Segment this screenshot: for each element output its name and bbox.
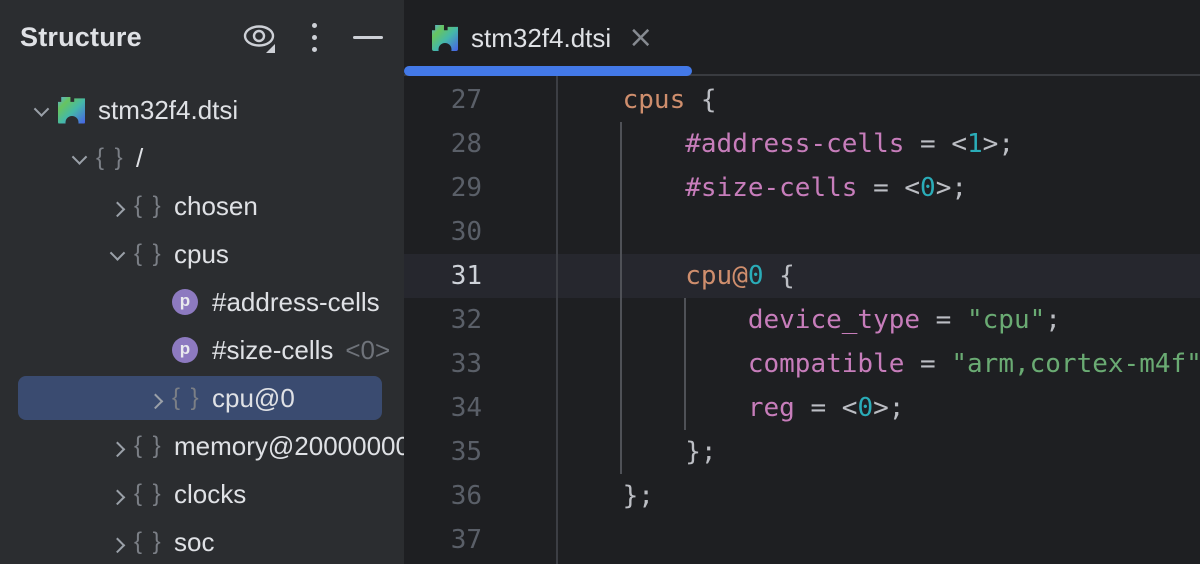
tree-item--[interactable]: { } / xyxy=(0,134,404,182)
tree-item-value: <0> xyxy=(345,335,390,366)
minimize-icon xyxy=(353,36,383,39)
line-number[interactable]: 30 xyxy=(404,210,556,254)
kebab-menu-icon xyxy=(312,23,317,52)
tab-close-icon[interactable]: × xyxy=(628,23,653,53)
code-line[interactable]: cpu@0 { xyxy=(560,254,1200,298)
line-number[interactable]: 37 xyxy=(404,518,556,562)
code-line[interactable]: reg = <0>; xyxy=(560,386,1200,430)
editor-tab-bar: stm32f4.dtsi × xyxy=(404,0,1200,76)
code-line[interactable]: compatible = "arm,cortex-m4f" xyxy=(560,342,1200,386)
ide-window: Structure stm32f4.dtsi { } / { } chosen { } cp… xyxy=(0,0,1200,564)
tree-item-clocks[interactable]: { } clocks xyxy=(0,470,404,518)
code-line[interactable]: }; xyxy=(560,430,1200,474)
line-number[interactable]: 31 xyxy=(404,254,556,298)
chevron-right-icon[interactable] xyxy=(100,201,134,212)
hide-panel-button[interactable] xyxy=(348,17,388,57)
tree-item-memory-20000000[interactable]: { } memory@20000000 xyxy=(0,422,404,470)
tree-item-label: chosen xyxy=(174,191,258,222)
braces-icon: { } xyxy=(172,384,201,412)
tree-item-label: clocks xyxy=(174,479,246,510)
editor-panel: stm32f4.dtsi × 2728293031323334353637 cp… xyxy=(404,0,1200,564)
chevron-right-icon[interactable] xyxy=(138,393,172,404)
chevron-right-icon[interactable] xyxy=(100,441,134,452)
line-number[interactable]: 28 xyxy=(404,122,556,166)
line-number[interactable]: 36 xyxy=(404,474,556,518)
property-icon: p xyxy=(172,289,198,315)
code-line[interactable] xyxy=(560,518,1200,562)
structure-panel: Structure stm32f4.dtsi { } / { } chosen { } cp… xyxy=(0,0,404,564)
code-line[interactable]: #address-cells = <1>; xyxy=(560,122,1200,166)
code-line[interactable]: cpus { xyxy=(560,78,1200,122)
line-number[interactable]: 35 xyxy=(404,430,556,474)
tree-item-soc[interactable]: { } soc xyxy=(0,518,404,564)
view-options-button[interactable] xyxy=(240,17,280,57)
tree-item-label: #address-cells xyxy=(212,287,380,318)
line-number[interactable]: 34 xyxy=(404,386,556,430)
braces-icon: { } xyxy=(134,432,163,460)
more-actions-button[interactable] xyxy=(294,17,334,57)
tree-item-label: #size-cells xyxy=(212,335,333,366)
tree-item-stm32f4-dtsi[interactable]: stm32f4.dtsi xyxy=(0,86,404,134)
property-icon: p xyxy=(172,337,198,363)
line-number[interactable]: 32 xyxy=(404,298,556,342)
tree-item-chosen[interactable]: { } chosen xyxy=(0,182,404,230)
tree-item-cpu-0[interactable]: { } cpu@0 xyxy=(0,374,404,422)
line-number[interactable]: 33 xyxy=(404,342,556,386)
tree-item-cpus[interactable]: { } cpus xyxy=(0,230,404,278)
code-line[interactable] xyxy=(560,210,1200,254)
tab-label: stm32f4.dtsi xyxy=(471,23,611,54)
line-number[interactable]: 27 xyxy=(404,78,556,122)
panel-title: Structure xyxy=(20,22,142,53)
structure-panel-header: Structure xyxy=(0,0,404,74)
devicetree-file-icon xyxy=(58,97,85,124)
chevron-right-icon[interactable] xyxy=(100,489,134,500)
code-line[interactable]: #size-cells = <0>; xyxy=(560,166,1200,210)
editor-body[interactable]: 2728293031323334353637 cpus { #address-c… xyxy=(404,76,1200,564)
tree-item-label: cpus xyxy=(174,239,229,270)
tab-stm32f4-dtsi[interactable]: stm32f4.dtsi × xyxy=(404,0,692,76)
braces-icon: { } xyxy=(134,480,163,508)
tree-item-label: stm32f4.dtsi xyxy=(98,95,238,126)
devicetree-file-icon xyxy=(432,25,458,51)
panel-toolbar xyxy=(240,17,388,57)
braces-icon: { } xyxy=(134,528,163,556)
dropdown-triangle-icon xyxy=(266,44,275,53)
tree-item-label: cpu@0 xyxy=(212,383,295,414)
braces-icon: { } xyxy=(134,240,163,268)
structure-tree: stm32f4.dtsi { } / { } chosen { } cpus p #addres… xyxy=(0,74,404,564)
chevron-down-icon[interactable] xyxy=(100,249,134,260)
braces-icon: { } xyxy=(96,144,125,172)
tree-item-label: soc xyxy=(174,527,214,558)
tree-item--size-cells[interactable]: p #size-cells <0> xyxy=(0,326,404,374)
tree-item-label: / xyxy=(136,143,143,174)
chevron-down-icon[interactable] xyxy=(62,153,96,164)
tree-item-label: memory@20000000 xyxy=(174,431,404,462)
selected-tab-underline xyxy=(404,66,692,76)
line-number[interactable]: 29 xyxy=(404,166,556,210)
code-area[interactable]: cpus { #address-cells = <1>; #size-cells… xyxy=(560,78,1200,562)
code-line[interactable]: }; xyxy=(560,474,1200,518)
braces-icon: { } xyxy=(134,192,163,220)
tree-item--address-cells[interactable]: p #address-cells xyxy=(0,278,404,326)
chevron-right-icon[interactable] xyxy=(100,537,134,548)
chevron-down-icon[interactable] xyxy=(24,105,58,116)
editor-gutter[interactable]: 2728293031323334353637 xyxy=(404,78,556,562)
gutter-separator xyxy=(556,76,558,564)
code-line[interactable]: device_type = "cpu"; xyxy=(560,298,1200,342)
